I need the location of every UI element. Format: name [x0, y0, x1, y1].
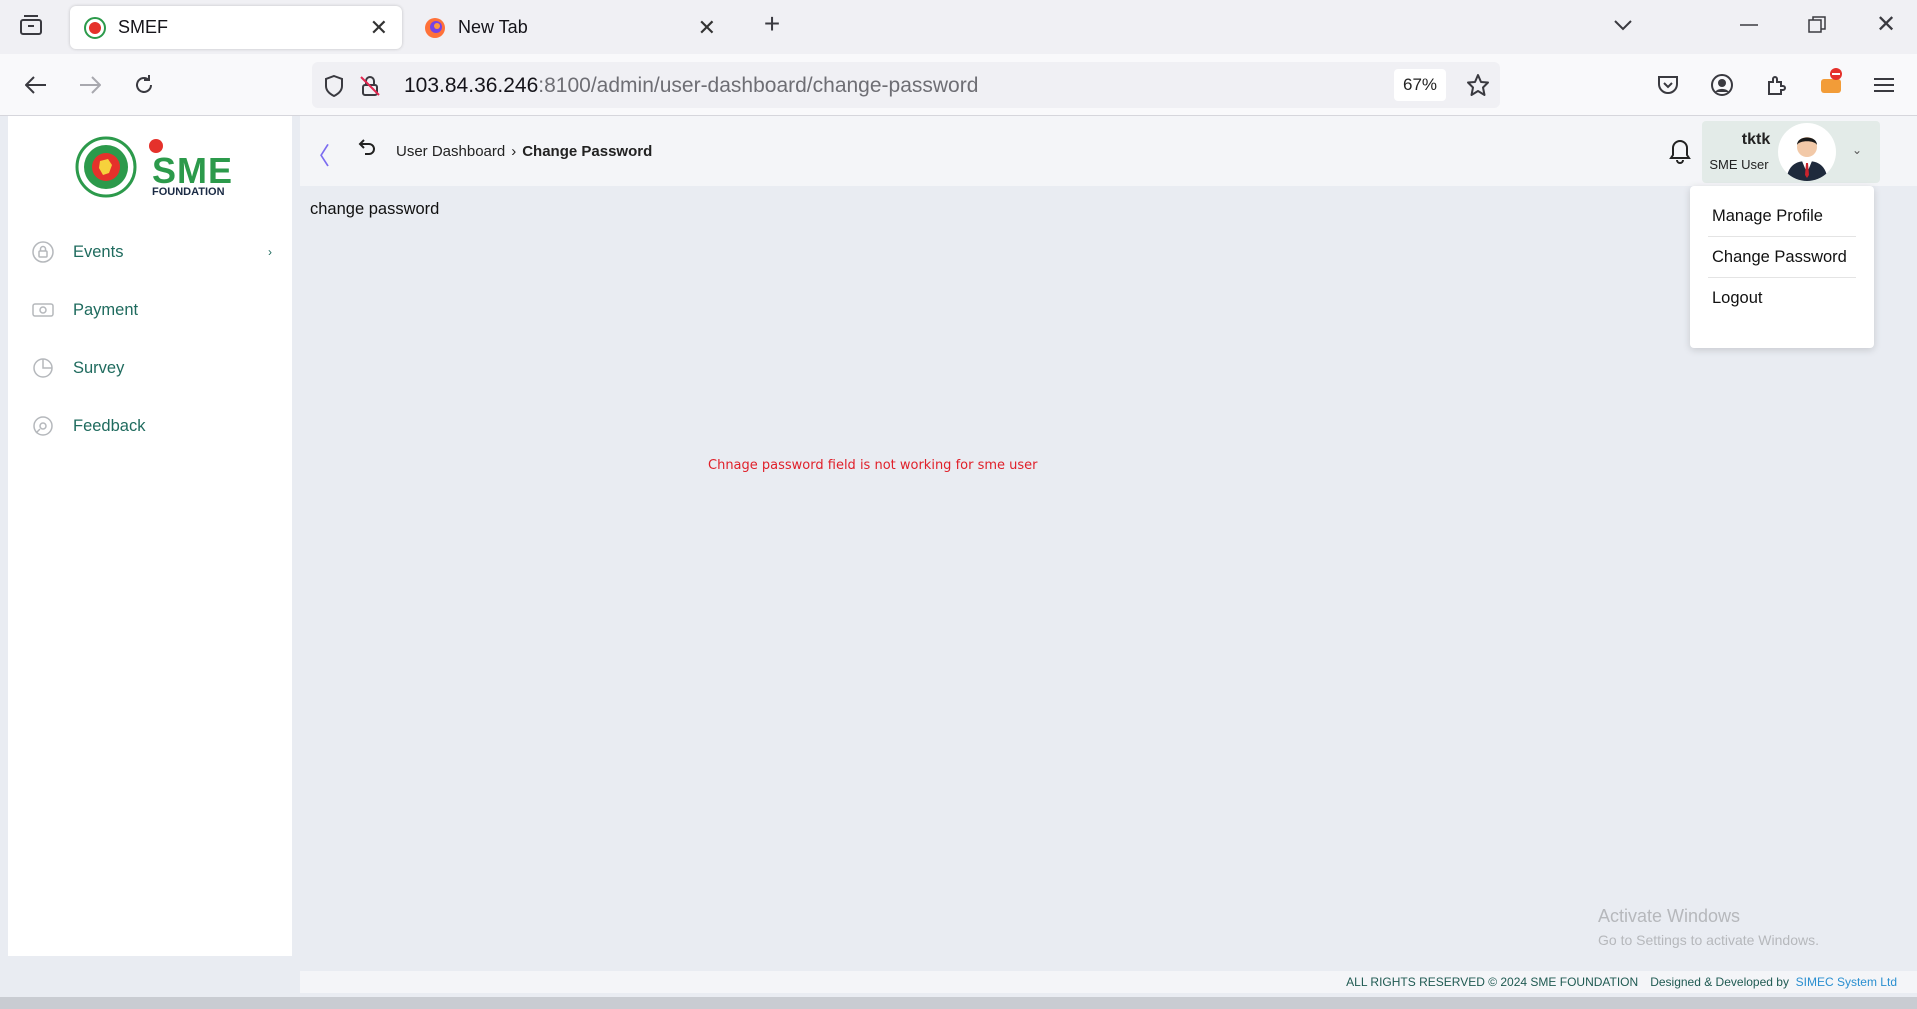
user-name: tktk: [1741, 131, 1771, 148]
banknote-icon: [32, 299, 54, 321]
activate-windows-subtitle: Go to Settings to activate Windows.: [1598, 932, 1819, 948]
sidebar-item-label: Survey: [73, 358, 125, 377]
logout-menu-item[interactable]: Logout: [1708, 278, 1856, 319]
sidebar-item-events[interactable]: Events ›: [8, 223, 292, 281]
taskbar-strip: [0, 997, 1917, 1009]
new-tab-plus-icon[interactable]: +: [758, 8, 786, 39]
minimize-icon[interactable]: [1736, 12, 1762, 38]
change-password-menu-item[interactable]: Change Password: [1708, 237, 1856, 278]
bookmark-star-icon[interactable]: [1464, 71, 1492, 99]
browser-navbar: 103.84.36.246:8100/admin/user-dashboard/…: [0, 54, 1917, 116]
sidebar-menu: Events › Payment Survey Feedback: [8, 223, 292, 455]
sidebar-item-survey[interactable]: Survey: [8, 339, 292, 397]
lock-circle-icon: [32, 241, 54, 263]
tab-smef[interactable]: SMEF ✕: [70, 6, 402, 49]
address-bar[interactable]: 103.84.36.246:8100/admin/user-dashboard/…: [312, 62, 1500, 108]
list-tabs-chevron-icon[interactable]: [1610, 12, 1636, 38]
restore-icon[interactable]: [1804, 12, 1830, 38]
logo-text: FOUNDATION: [152, 186, 225, 198]
developer-link[interactable]: SIMEC System Ltd: [1796, 975, 1897, 989]
chevron-down-icon: ⌄: [1852, 143, 1863, 157]
app-area: SME FOUNDATION Events › Payment Survey F…: [0, 116, 1917, 1009]
user-menu-toggle[interactable]: tktk SME User ⌄: [1702, 121, 1880, 183]
sidebar-item-label: Events: [73, 242, 124, 261]
tab-overview-icon[interactable]: [18, 12, 44, 38]
footer-designed: Designed & Developed by SIMEC System Ltd: [1650, 975, 1897, 989]
tab-title: SMEF: [118, 17, 169, 37]
smef-favicon-icon: [84, 16, 106, 39]
chevron-right-icon: ›: [511, 143, 517, 160]
reload-icon[interactable]: [130, 71, 158, 99]
sme-foundation-logo[interactable]: SME FOUNDATION: [74, 134, 244, 200]
close-tab-icon[interactable]: ✕: [370, 15, 388, 41]
manage-profile-menu-item[interactable]: Manage Profile: [1708, 196, 1856, 237]
breadcrumb: User Dashboard › Change Password: [396, 143, 652, 160]
page-title: change password: [310, 200, 440, 218]
sidebar-item-feedback[interactable]: Feedback: [8, 397, 292, 455]
forward-arrow-icon[interactable]: [76, 71, 104, 99]
zoom-level-badge[interactable]: 67%: [1394, 69, 1446, 101]
close-tab-icon[interactable]: ✕: [698, 15, 716, 41]
footer-designed-label: Designed & Developed by: [1650, 975, 1789, 989]
undo-back-icon[interactable]: [356, 138, 376, 158]
sidebar-item-payment[interactable]: Payment: [8, 281, 292, 339]
collapse-sidebar-button[interactable]: 〈: [306, 136, 330, 171]
pie-chart-icon: [32, 357, 54, 379]
tab-title: New Tab: [458, 17, 528, 37]
extension-badge-icon[interactable]: [1816, 66, 1846, 98]
footer: ALL RIGHTS RESERVED © 2024 SME FOUNDATIO…: [300, 971, 1917, 993]
browser-tabstrip: SMEF ✕ New Tab ✕ + ✕: [0, 0, 1917, 54]
pocket-icon[interactable]: [1654, 71, 1682, 99]
hamburger-menu-icon[interactable]: [1870, 71, 1898, 99]
breadcrumb-current: Change Password: [522, 143, 653, 160]
feedback-icon: [32, 415, 54, 437]
user-role: SME User: [1709, 157, 1769, 172]
activate-windows-title: Activate Windows: [1598, 906, 1741, 926]
firefox-icon: [424, 17, 446, 39]
close-window-icon[interactable]: ✕: [1872, 10, 1900, 38]
account-icon[interactable]: [1708, 71, 1736, 99]
error-note: Chnage password field is not working for…: [708, 458, 1038, 473]
url-host: 103.84.36.246: [404, 74, 539, 97]
url-path: :8100/admin/user-dashboard/change-passwo…: [538, 74, 979, 97]
tab-new-tab[interactable]: New Tab ✕: [410, 6, 730, 49]
notification-bell-icon[interactable]: [1668, 138, 1692, 164]
avatar: [1778, 123, 1836, 181]
footer-rights: ALL RIGHTS RESERVED © 2024 SME FOUNDATIO…: [1346, 975, 1639, 989]
back-arrow-icon[interactable]: [22, 71, 50, 99]
chevron-right-icon: ›: [268, 245, 272, 259]
sidebar-item-label: Feedback: [73, 416, 146, 435]
user-dropdown-menu: Manage Profile Change Password Logout: [1690, 186, 1874, 348]
main-content: change password Chnage password field is…: [300, 186, 1917, 971]
insecure-lock-icon[interactable]: [356, 72, 384, 100]
extensions-icon[interactable]: [1762, 71, 1790, 99]
shield-icon[interactable]: [320, 72, 348, 100]
sidebar-item-label: Payment: [73, 300, 139, 319]
app-header: 〈 User Dashboard › Change Password tktk …: [300, 116, 1917, 186]
url-text: 103.84.36.246:8100/admin/user-dashboard/…: [404, 74, 978, 98]
breadcrumb-parent[interactable]: User Dashboard: [396, 143, 505, 160]
